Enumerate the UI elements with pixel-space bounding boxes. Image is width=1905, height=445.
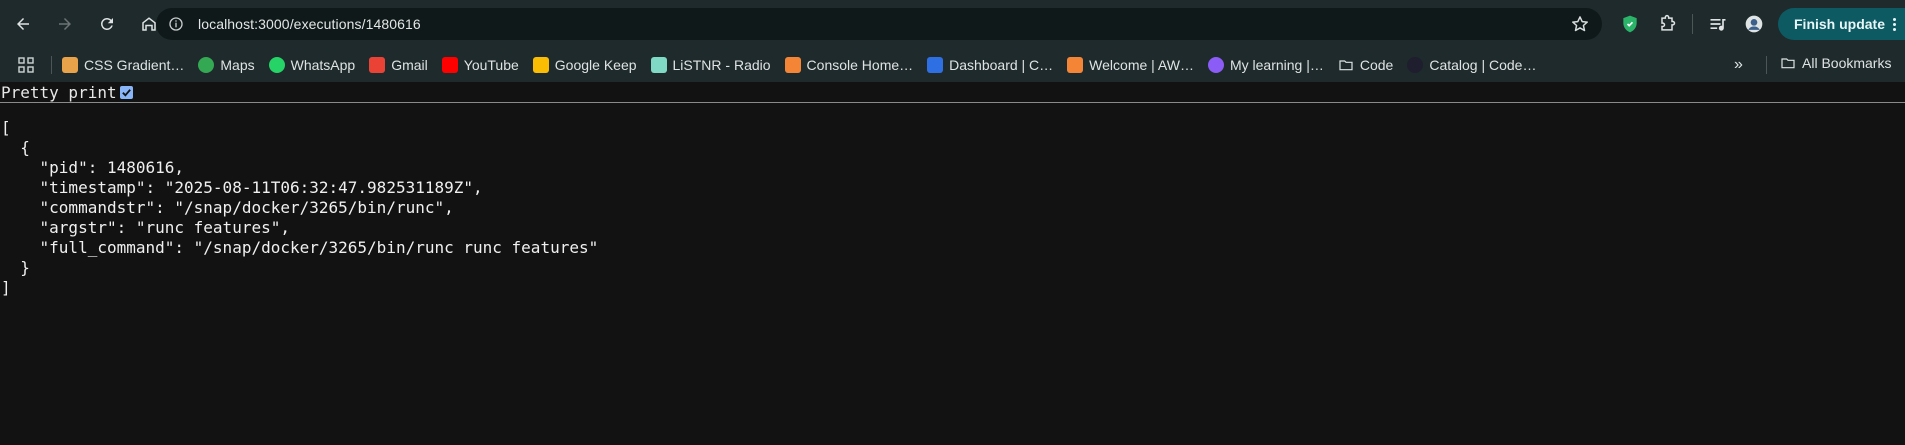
bookmarks-overflow-button[interactable]: » [1734,56,1743,74]
bookmark-item[interactable]: Gmail [369,57,428,73]
finish-update-label: Finish update [1794,16,1885,32]
bookmark-label: Maps [220,57,255,73]
bookmark-list: CSS Gradient… Maps WhatsApp Gmail YouTube Goo… [62,57,1550,73]
browser-toolbar: localhost:3000/executions/1480616 Finish… [0,0,1905,48]
reading-list-button[interactable] [1706,0,1730,48]
bookmark-item[interactable]: YouTube [441,57,519,73]
bookmark-item[interactable]: Welcome | AW… [1067,57,1194,73]
json-line: "full_command": "/snap/docker/3265/bin/r… [1,238,599,257]
toolbar-divider [1692,14,1693,34]
aws-icon [784,57,801,73]
bookmark-item[interactable]: Dashboard | C… [927,57,1053,73]
bookmark-label: Code [1359,57,1394,73]
all-bookmarks-label: All Bookmarks [1802,55,1892,71]
dashboard-icon [927,57,944,73]
bookmark-item[interactable]: LiSTNR - Radio [650,57,771,73]
json-line: ] [1,278,11,297]
bookmark-item[interactable]: Maps [198,57,255,73]
pretty-print-bar: Pretty print [0,82,1905,103]
bookmark-label: WhatsApp [290,57,356,73]
folder-icon [1338,57,1354,73]
all-bookmarks-button[interactable]: All Bookmarks [1780,55,1891,71]
more-vert-icon[interactable] [1893,17,1896,31]
puzzle-icon [1655,12,1679,36]
extension-shield-button[interactable] [1618,0,1642,48]
catalog-icon [1407,57,1424,73]
bookmark-label: Catalog | Code… [1429,57,1537,73]
bookmark-label: Welcome | AW… [1089,57,1194,73]
aws-icon [1067,57,1084,73]
arrow-right-icon [59,18,71,30]
apps-grid-icon[interactable] [18,57,34,73]
whatsapp-icon [268,57,285,73]
listnr-icon [650,57,667,73]
pretty-print-label: Pretty print [1,82,117,102]
bookmark-item[interactable]: My learning |… [1207,57,1324,73]
pretty-print-checkbox[interactable] [119,85,133,99]
url-text[interactable]: localhost:3000/executions/1480616 [198,16,421,32]
checkmark-icon [121,88,131,97]
bookmark-label: Console Home… [806,57,914,73]
json-content: [ { "pid": 1480616, "timestamp": "2025-0… [1,118,598,298]
bookmark-star-icon[interactable] [1570,14,1590,34]
back-button[interactable] [8,9,38,39]
json-line: "timestamp": "2025-08-11T06:32:47.982531… [1,178,483,197]
maps-icon [198,57,215,73]
reload-button[interactable] [92,9,122,39]
bookmarks-bar: CSS Gradient… Maps WhatsApp Gmail YouTube Goo… [0,48,1905,82]
playlist-icon [1706,12,1730,36]
bookmark-label: Dashboard | C… [949,57,1054,73]
bookmark-label: YouTube [463,57,519,73]
shield-icon [1618,12,1642,36]
css-gradient-icon [62,57,78,73]
bookmark-item[interactable]: Code [1338,57,1393,73]
bookmark-label: LiSTNR - Radio [672,57,771,73]
json-line: [ [1,118,11,137]
bookmark-item[interactable]: CSS Gradient… [62,57,184,73]
forward-button[interactable] [50,9,80,39]
json-line: "pid": 1480616, [1,158,185,177]
bookmarks-divider [51,56,52,74]
learning-icon [1207,57,1224,73]
json-line: } [1,258,30,277]
bookmark-label: CSS Gradient… [84,57,185,73]
youtube-icon [441,57,458,73]
bookmark-item[interactable]: Console Home… [784,57,914,73]
folder-icon [1781,58,1795,69]
json-line: { [1,138,30,157]
bookmark-item[interactable]: Google Keep [532,57,637,73]
finish-update-button[interactable]: Finish update [1778,8,1905,40]
profile-button[interactable] [1742,0,1766,48]
bookmark-item[interactable]: Catalog | Code… [1407,57,1536,73]
extensions-button[interactable] [1655,0,1679,48]
bookmark-item[interactable]: WhatsApp [268,57,356,73]
site-info-icon[interactable] [164,12,188,36]
avatar [1742,12,1766,36]
json-line: "commandstr": "/snap/docker/3265/bin/run… [1,198,454,217]
bookmark-label: Google Keep [554,57,637,73]
gmail-icon [369,57,386,73]
google-keep-icon [532,57,549,73]
json-line: "argstr": "runc features", [1,218,290,237]
arrow-left-icon [17,18,29,30]
bookmarks-divider [1766,56,1767,74]
reload-icon [100,17,113,30]
address-bar[interactable]: localhost:3000/executions/1480616 [156,8,1602,40]
bookmark-label: Gmail [391,57,428,73]
bookmark-label: My learning |… [1229,57,1324,73]
